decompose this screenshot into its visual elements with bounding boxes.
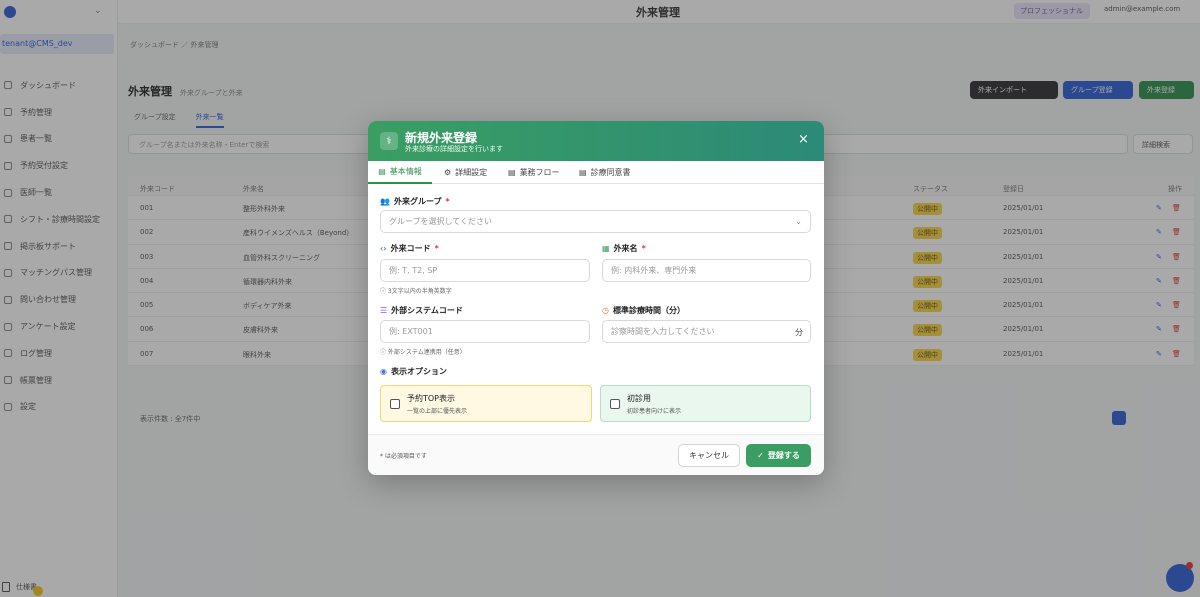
tab-label: 詳細設定 (455, 168, 488, 177)
option-text: 予約TOP表示 一覧の上部に優先表示 (407, 393, 467, 415)
label-text: 外来コード (390, 244, 431, 253)
code-input[interactable]: 例: T, T2, SP (380, 259, 590, 282)
select-placeholder: グループを選択してください (389, 217, 493, 226)
code-icon: ‹› (380, 244, 387, 253)
required-note: * は必須項目です (380, 453, 427, 460)
hint-text: 外部システム連携用（任意） (387, 349, 466, 356)
button-label: 登録する (767, 451, 800, 460)
label-text: 外部システムコード (391, 306, 463, 315)
building-icon: ▦ (602, 244, 610, 253)
label-text: 外来名 (613, 244, 638, 253)
label-text: 標準診療時間（分） (612, 306, 685, 315)
system-code-input[interactable]: 例: EXT001 (380, 320, 590, 343)
input-placeholder: 診察時間を入力してください (611, 327, 715, 336)
chevron-down-icon: ⌄ (795, 217, 802, 226)
option-title: 初診用 (627, 393, 651, 403)
reservation-top-option[interactable]: 予約TOP表示 一覧の上部に優先表示 (380, 385, 592, 422)
display-options-label: ◉ 表示オプション (380, 366, 447, 377)
database-icon: ☰ (380, 306, 388, 315)
option-subtitle: 一覧の上部に優先表示 (407, 407, 468, 415)
duration-input[interactable]: 診察時間を入力してください 分 (602, 320, 811, 343)
new-outpatient-dialog: ⚕ 新規外来登録 外来診療の詳細設定を行います × ▤ 基本情報 ⚙ 詳細設定 ▤ 業… (368, 121, 824, 475)
tab-label: 基本情報 (389, 167, 422, 176)
option-text: 初診用 初診患者向けに表示 (627, 393, 681, 415)
first-visit-option[interactable]: 初診用 初診患者向けに表示 (600, 385, 811, 422)
first-visit-checkbox[interactable] (610, 398, 620, 409)
group-select[interactable]: グループを選択してください ⌄ (380, 210, 811, 233)
users-icon: 👥 (380, 197, 390, 206)
hint-text: 3文字以内の半角英数字 (387, 288, 452, 295)
document-icon: ▤ (579, 168, 587, 177)
duration-label: ◷ 標準診療時間（分） (602, 305, 685, 316)
option-subtitle: 初診患者向けに表示 (627, 407, 682, 415)
reservation-top-checkbox[interactable] (390, 398, 400, 409)
code-hint: ⓘ 3文字以内の半角英数字 (380, 286, 452, 295)
gear-icon: ⚙ (444, 168, 452, 177)
name-label: ▦ 外来名 * (602, 243, 646, 254)
tab-label: 診療同意書 (590, 168, 631, 177)
required-mark: * (641, 244, 646, 253)
label-text: 外来グループ (393, 197, 442, 206)
clock-icon: ◷ (602, 306, 609, 315)
label-text: 表示オプション (390, 367, 447, 376)
tab-consent-form[interactable]: ▤ 診療同意書 (579, 161, 631, 184)
tab-detail-settings[interactable]: ⚙ 詳細設定 (444, 161, 487, 184)
info-icon: ⓘ (380, 349, 388, 356)
info-icon: ⓘ (380, 288, 388, 295)
document-icon: ▤ (508, 168, 516, 177)
required-mark: * (434, 244, 439, 253)
input-placeholder: 例: 内科外来、専門外来 (611, 266, 697, 275)
cancel-button[interactable]: キャンセル (678, 444, 740, 467)
system-code-hint: ⓘ 外部システム連携用（任意） (380, 347, 466, 356)
option-title: 予約TOP表示 (407, 393, 456, 403)
tab-basic-info[interactable]: ▤ 基本情報 (368, 161, 432, 184)
system-code-label: ☰ 外部システムコード (380, 305, 463, 316)
name-input[interactable]: 例: 内科外来、専門外来 (602, 259, 811, 282)
input-placeholder: 例: T, T2, SP (389, 266, 438, 275)
dialog-body: 👥 外来グループ * グループを選択してください ⌄ ‹› 外来コード * 例:… (368, 184, 824, 434)
unit-label: 分 (795, 328, 803, 337)
dialog-footer: * は必須項目です キャンセル ✓ 登録する (368, 434, 824, 475)
close-icon[interactable]: × (798, 133, 809, 147)
required-mark: * (445, 197, 450, 206)
tab-workflow[interactable]: ▤ 業務フロー (508, 161, 560, 184)
submit-button[interactable]: ✓ 登録する (746, 444, 811, 467)
button-label: キャンセル (689, 451, 729, 460)
input-placeholder: 例: EXT001 (389, 327, 433, 336)
document-icon: ▤ (378, 167, 386, 176)
dialog-subtitle: 外来診療の詳細設定を行います (405, 145, 503, 153)
tab-label: 業務フロー (519, 168, 560, 177)
eye-icon: ◉ (380, 367, 387, 376)
dialog-header: ⚕ 新規外来登録 外来診療の詳細設定を行います × (368, 121, 824, 161)
check-icon: ✓ (757, 451, 764, 460)
dialog-tabs: ▤ 基本情報 ⚙ 詳細設定 ▤ 業務フロー ▤ 診療同意書 (368, 161, 824, 184)
group-label: 👥 外来グループ * (380, 196, 450, 207)
stethoscope-icon: ⚕ (380, 132, 398, 150)
code-label: ‹› 外来コード * (380, 243, 439, 254)
